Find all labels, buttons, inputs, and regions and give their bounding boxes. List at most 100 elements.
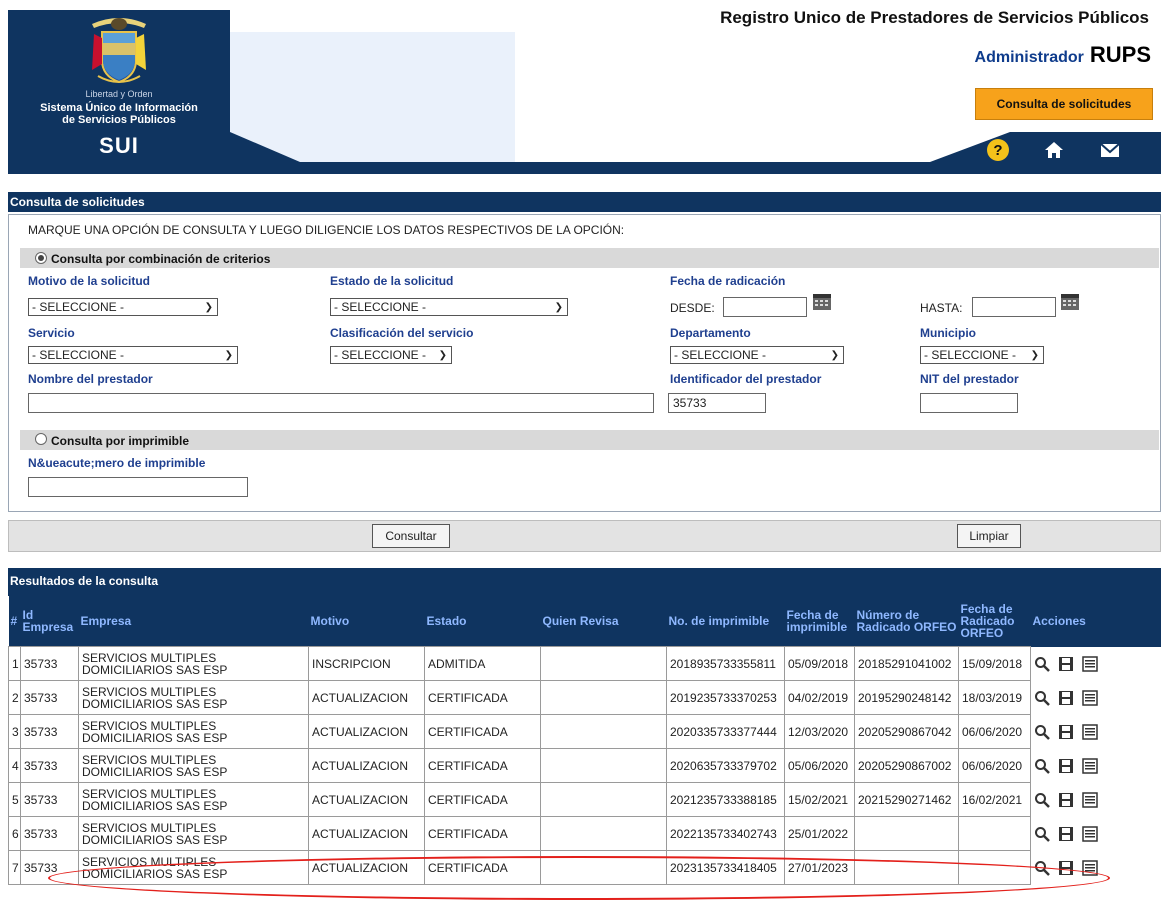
view-icon[interactable] [1034,792,1050,808]
clasificacion-select[interactable]: - SELECCIONE -❯ [330,346,452,364]
admin-label: Administrador [975,49,1084,66]
option2-label: Consulta por imprimible [51,434,189,448]
logo-acronym: SUI [8,133,230,159]
cell-fecha-imprimible: 15/02/2021 [785,783,855,817]
cell-no-imprimible: 2020635733379702 [667,749,785,783]
view-icon[interactable] [1034,758,1050,774]
calendar-icon[interactable] [813,294,831,310]
hasta-input[interactable] [972,297,1056,317]
servicio-select[interactable]: - SELECCIONE -❯ [28,346,238,364]
cell-fecha-imprimible: 04/02/2019 [785,681,855,715]
cell-quien-revisa [541,783,667,817]
cell-quien-revisa [541,749,667,783]
mail-icon[interactable] [1098,138,1122,162]
cell-motivo: ACTUALIZACION [309,817,425,851]
hasta-label: HASTA: [920,301,962,315]
identificador-prestador-label: Identificador del prestador [670,372,821,386]
clasificacion-label: Clasificación del servicio [330,326,473,340]
results-body: 135733SERVICIOS MULTIPLES DOMICILIARIOS … [9,647,1161,885]
cell-numero-radicado: 20205290867002 [855,749,959,783]
detail-icon[interactable] [1082,758,1098,774]
save-icon[interactable] [1058,826,1074,842]
desde-input[interactable] [723,297,807,317]
col-header: Estado [425,596,541,647]
cell-no-imprimible: 2021235733388185 [667,783,785,817]
departamento-select[interactable]: - SELECCIONE -❯ [670,346,844,364]
col-header: # [9,596,21,647]
col-header: No. de imprimible [667,596,785,647]
header: Libertad y Orden Sistema Único de Inform… [0,0,1161,176]
cell-estado: CERTIFICADA [425,783,541,817]
help-icon[interactable]: ? [986,138,1010,162]
cell-acciones [1031,715,1161,749]
cell-row-number: 1 [9,647,21,681]
save-icon[interactable] [1058,792,1074,808]
calendar-icon[interactable] [1061,294,1079,310]
cell-row-number: 3 [9,715,21,749]
estado-select[interactable]: - SELECCIONE -❯ [330,298,568,316]
identificador-prestador-input[interactable]: 35733 [668,393,766,413]
cell-id-empresa: 35733 [21,783,79,817]
municipio-label: Municipio [920,326,976,340]
numero-imprimible-label: N&ueacute;mero de imprimible [28,456,205,470]
home-icon[interactable] [1042,138,1066,162]
view-icon[interactable] [1034,826,1050,842]
motivo-select[interactable]: - SELECCIONE -❯ [28,298,218,316]
view-icon[interactable] [1034,690,1050,706]
municipio-select[interactable]: - SELECCIONE -❯ [920,346,1044,364]
logo-system-name: Sistema Único de Información de Servicio… [8,102,230,126]
detail-icon[interactable] [1082,656,1098,672]
detail-icon[interactable] [1082,826,1098,842]
cell-row-number: 7 [9,851,21,885]
results-table: # Id Empresa Empresa Motivo Estado Quien… [8,596,1161,885]
cell-numero-radicado [855,817,959,851]
option1-radio[interactable] [35,252,47,264]
cell-no-imprimible: 2022135733402743 [667,817,785,851]
cell-row-number: 5 [9,783,21,817]
cell-id-empresa: 35733 [21,681,79,715]
cell-fecha-radicado: 06/06/2020 [959,715,1031,749]
chevron-down-icon: ❯ [205,300,213,316]
view-icon[interactable] [1034,724,1050,740]
results-section-title: Resultados de la consulta [8,568,1161,596]
col-header: Fecha de imprimible [785,596,855,647]
numero-imprimible-input[interactable] [28,477,248,497]
detail-icon[interactable] [1082,724,1098,740]
chevron-down-icon: ❯ [555,300,563,316]
colombia-coat-of-arms-icon [88,14,150,86]
save-icon[interactable] [1058,656,1074,672]
option2-radio[interactable] [35,433,47,445]
col-header: Número de Radicado ORFEO [855,596,959,647]
cell-quien-revisa [541,715,667,749]
consultar-button[interactable]: Consultar [372,524,450,548]
consulta-solicitudes-button[interactable]: Consulta de solicitudes [975,88,1153,120]
chevron-down-icon: ❯ [1031,348,1039,364]
col-header: Motivo [309,596,425,647]
save-icon[interactable] [1058,758,1074,774]
limpiar-button[interactable]: Limpiar [957,524,1021,548]
cell-motivo: ACTUALIZACION [309,715,425,749]
save-icon[interactable] [1058,690,1074,706]
save-icon[interactable] [1058,724,1074,740]
cell-fecha-radicado [959,817,1031,851]
cell-estado: CERTIFICADA [425,715,541,749]
cell-quien-revisa [541,681,667,715]
cell-numero-radicado: 20195290248142 [855,681,959,715]
nit-prestador-input[interactable] [920,393,1018,413]
nombre-prestador-input[interactable] [28,393,654,413]
view-icon[interactable] [1034,656,1050,672]
consulta-section-title: Consulta de solicitudes [8,192,1161,212]
cell-fecha-radicado: 15/09/2018 [959,647,1031,681]
cell-motivo: ACTUALIZACION [309,749,425,783]
page-title: Registro Unico de Prestadores de Servici… [720,8,1149,28]
estado-label: Estado de la solicitud [330,274,453,288]
logo-system-line2: de Servicios Públicos [8,114,230,126]
cell-motivo: ACTUALIZACION [309,783,425,817]
cell-fecha-imprimible: 05/09/2018 [785,647,855,681]
instruction-text: MARQUE UNA OPCIÓN DE CONSULTA Y LUEGO DI… [28,223,624,237]
admin-line: AdministradorRUPS [975,42,1151,68]
detail-icon[interactable] [1082,690,1098,706]
cell-fecha-radicado: 16/02/2021 [959,783,1031,817]
detail-icon[interactable] [1082,792,1098,808]
table-row: 435733SERVICIOS MULTIPLES DOMICILIARIOS … [9,749,1161,783]
